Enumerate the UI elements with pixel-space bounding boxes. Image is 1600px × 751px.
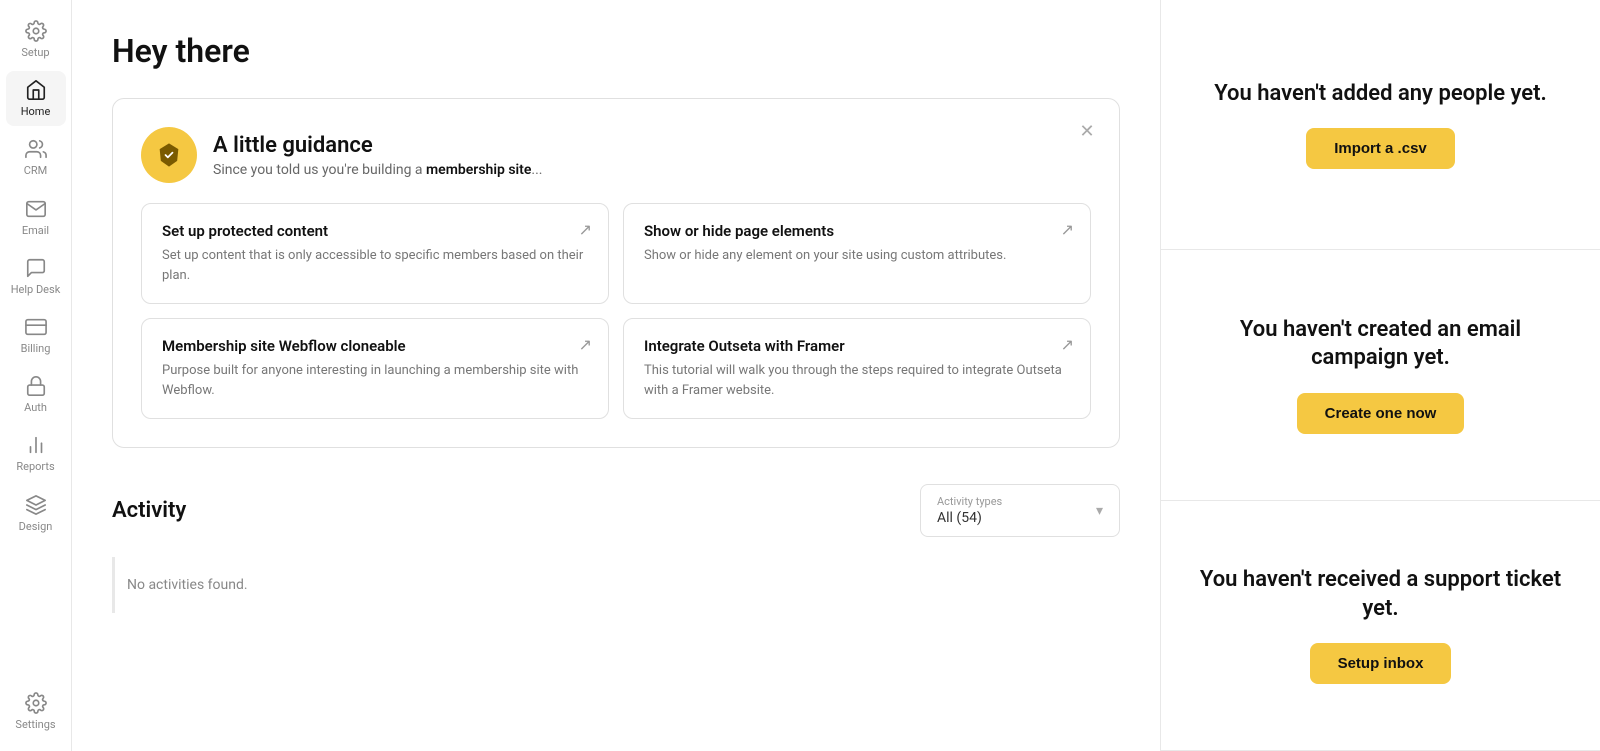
sidebar-item-crm[interactable]: CRM: [6, 130, 66, 185]
external-link-icon: ↗: [1061, 335, 1074, 354]
guidance-header: A little guidance Since you told us you'…: [141, 127, 1091, 183]
right-section-support: You haven't received a support ticket ye…: [1161, 501, 1600, 751]
guidance-text: A little guidance Since you told us you'…: [213, 133, 542, 178]
sidebar-item-helpdesk-label: Help Desk: [11, 283, 61, 296]
sidebar-item-setup[interactable]: Setup: [6, 12, 66, 67]
external-link-icon: ↗: [579, 220, 592, 239]
guidance-tile-protected-content[interactable]: Set up protected content Set up content …: [141, 203, 609, 304]
right-section-people: You haven't added any people yet. Import…: [1161, 0, 1600, 250]
external-link-icon: ↗: [579, 335, 592, 354]
sidebar-item-crm-label: CRM: [24, 164, 48, 177]
guidance-title: A little guidance: [213, 133, 542, 158]
tile-title: Integrate Outseta with Framer: [644, 337, 1070, 355]
guidance-tile-webflow[interactable]: Membership site Webflow cloneable Purpos…: [141, 318, 609, 419]
sidebar-item-auth[interactable]: Auth: [6, 367, 66, 422]
tile-desc: Show or hide any element on your site us…: [644, 246, 1070, 266]
tile-title: Set up protected content: [162, 222, 588, 240]
activity-section: Activity Activity types All (54) ▾ No ac…: [112, 484, 1120, 613]
tile-desc: This tutorial will walk you through the …: [644, 361, 1070, 400]
sidebar-item-email-label: Email: [22, 224, 49, 237]
sidebar-item-helpdesk[interactable]: Help Desk: [6, 249, 66, 304]
right-section-email: You haven't created an email campaign ye…: [1161, 250, 1600, 500]
sidebar-item-home-label: Home: [21, 105, 51, 118]
sidebar-item-settings[interactable]: Settings: [6, 684, 66, 739]
filter-content: Activity types All (54): [937, 495, 1002, 526]
sidebar-item-billing-label: Billing: [21, 342, 51, 355]
sidebar-item-setup-label: Setup: [21, 46, 49, 59]
chevron-down-icon: ▾: [1096, 503, 1103, 519]
sidebar: Setup Home CRM Email Help Desk Billing: [0, 0, 72, 751]
close-guidance-button[interactable]: ✕: [1073, 117, 1101, 145]
sidebar-item-home[interactable]: Home: [6, 71, 66, 126]
guidance-tile-framer[interactable]: Integrate Outseta with Framer This tutor…: [623, 318, 1091, 419]
sidebar-item-design-label: Design: [19, 520, 53, 533]
main-content: Hey there ✕ A little guidance Since you …: [72, 0, 1160, 751]
activity-title: Activity: [112, 498, 186, 523]
sidebar-item-design[interactable]: Design: [6, 486, 66, 541]
sidebar-item-reports-label: Reports: [16, 460, 54, 473]
guidance-tiles: Set up protected content Set up content …: [141, 203, 1091, 419]
sidebar-item-billing[interactable]: Billing: [6, 308, 66, 363]
sidebar-item-reports[interactable]: Reports: [6, 426, 66, 481]
external-link-icon: ↗: [1061, 220, 1074, 239]
guidance-card: ✕ A little guidance Since you told us yo…: [112, 98, 1120, 448]
right-section-people-title: You haven't added any people yet.: [1214, 80, 1547, 109]
sidebar-item-email[interactable]: Email: [6, 190, 66, 245]
import-csv-button[interactable]: Import a .csv: [1306, 128, 1455, 169]
right-section-email-title: You haven't created an email campaign ye…: [1193, 316, 1568, 373]
sidebar-item-auth-label: Auth: [24, 401, 47, 414]
right-panel: You haven't added any people yet. Import…: [1160, 0, 1600, 751]
right-section-support-title: You haven't received a support ticket ye…: [1193, 566, 1568, 623]
tile-desc: Set up content that is only accessible t…: [162, 246, 588, 285]
guidance-tile-show-hide[interactable]: Show or hide page elements Show or hide …: [623, 203, 1091, 304]
guidance-icon: [141, 127, 197, 183]
activity-empty-message: No activities found.: [112, 557, 1120, 613]
guidance-subtitle: Since you told us you're building a memb…: [213, 162, 542, 178]
tile-title: Show or hide page elements: [644, 222, 1070, 240]
activity-header: Activity Activity types All (54) ▾: [112, 484, 1120, 537]
setup-inbox-button[interactable]: Setup inbox: [1310, 643, 1452, 684]
tile-title: Membership site Webflow cloneable: [162, 337, 588, 355]
tile-desc: Purpose built for anyone interesting in …: [162, 361, 588, 400]
activity-filter-dropdown[interactable]: Activity types All (54) ▾: [920, 484, 1120, 537]
page-title: Hey there: [112, 32, 1120, 70]
sidebar-item-settings-label: Settings: [15, 718, 55, 731]
create-campaign-button[interactable]: Create one now: [1297, 393, 1465, 434]
